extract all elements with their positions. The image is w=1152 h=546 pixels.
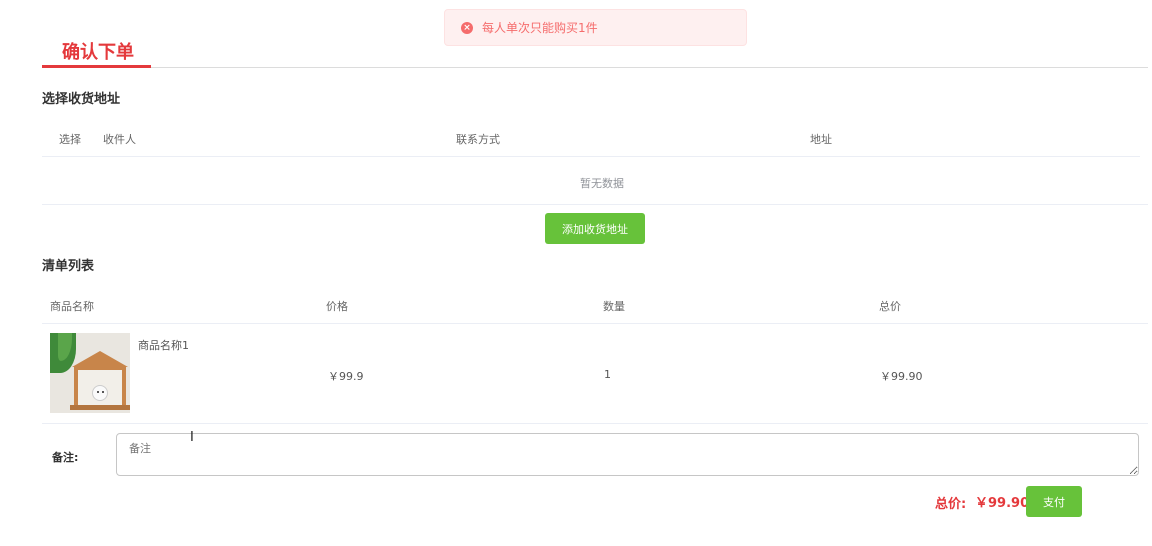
product-total: ￥99.90 — [880, 370, 923, 383]
address-section-title: 选择收货地址 — [42, 92, 121, 107]
error-toast: × 每人单次只能购买1件 — [444, 9, 747, 46]
remark-label: 备注: — [52, 451, 79, 464]
total-value: ￥99.90 — [975, 496, 1030, 511]
product-name[interactable]: 商品名称1 — [138, 337, 189, 353]
address-col-contact: 联系方式 — [456, 133, 500, 146]
title-divider — [42, 67, 1148, 68]
total-label: 总价: — [935, 497, 967, 512]
cart-col-quantity: 数量 — [603, 300, 625, 313]
title-underline — [42, 65, 151, 68]
page-title: 确认下单 — [62, 42, 134, 63]
address-header-divider — [42, 156, 1140, 157]
cart-col-total: 总价 — [879, 300, 901, 313]
remark-input[interactable] — [116, 433, 1139, 476]
pay-button[interactable]: 支付 — [1026, 486, 1082, 517]
cart-col-name: 商品名称 — [50, 300, 94, 313]
cart-col-price: 价格 — [326, 300, 348, 313]
cart-section-title: 清单列表 — [42, 259, 95, 274]
add-address-button[interactable]: 添加收货地址 — [545, 213, 645, 244]
product-price: ￥99.9 — [328, 370, 364, 383]
address-col-select: 选择 — [59, 133, 81, 146]
address-col-recipient: 收件人 — [103, 133, 136, 146]
product-quantity: 1 — [604, 368, 611, 381]
cart-row-divider — [42, 423, 1148, 424]
address-empty-text: 暂无数据 — [580, 177, 624, 190]
address-col-address: 地址 — [810, 133, 832, 146]
error-circle-icon: × — [461, 21, 473, 34]
product-image[interactable] — [50, 333, 130, 413]
toast-message: 每人单次只能购买1件 — [482, 21, 598, 35]
cart-header-divider — [42, 323, 1148, 324]
address-table-bottom — [42, 204, 1148, 205]
text-cursor-icon: I — [190, 430, 194, 445]
